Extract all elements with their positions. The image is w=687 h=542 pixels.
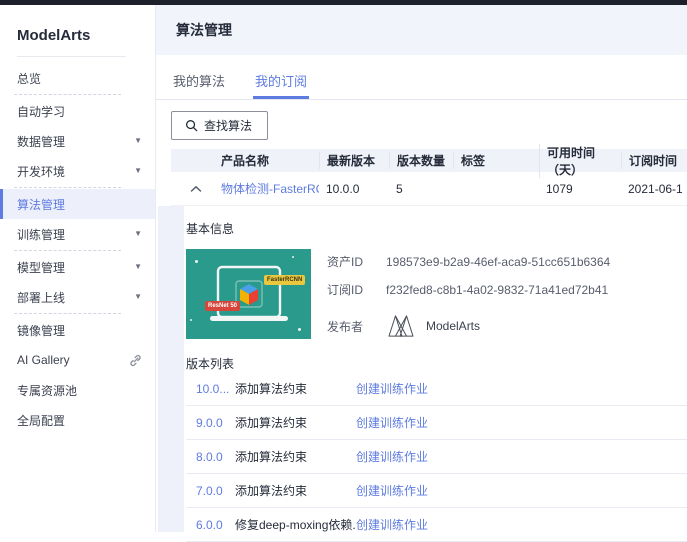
version-description: 添加算法约束 <box>235 484 308 498</box>
version-list: 10.0... 添加算法约束 创建训练作业 9.0.0 添加算法约束 创建训练作… <box>186 372 687 542</box>
expanded-detail-panel: 基本信息 FasterRCNN ResNet 50 资产ID 198573e9-… <box>158 206 687 542</box>
create-training-job-link[interactable]: 创建训练作业 <box>356 380 428 397</box>
expanded-row-stripe <box>158 206 184 532</box>
sidebar-item-dedicated-resource-pool[interactable]: 专属资源池 <box>0 375 155 405</box>
search-algorithm-button[interactable]: 查找算法 <box>171 111 269 140</box>
sidebar-item-overview[interactable]: 总览 <box>0 63 155 93</box>
version-row: 7.0.0 添加算法约束 创建训练作业 <box>186 474 687 508</box>
column-header-tag: 标签 <box>453 152 539 169</box>
sidebar-separator <box>14 313 121 314</box>
sidebar-item-training-management[interactable]: 训练管理 ▼ <box>0 219 155 249</box>
app-layout: ModelArts 总览 自动学习 数据管理 ▼ 开发环境 ▼ 算法管理 训练管… <box>0 5 687 542</box>
search-icon <box>185 119 198 132</box>
version-number-link[interactable]: 8.0.0 <box>196 450 235 464</box>
create-training-job-link[interactable]: 创建训练作业 <box>356 448 428 465</box>
tab-bar: 我的算法 我的订阅 <box>156 62 687 100</box>
version-row: 10.0... 添加算法约束 创建训练作业 <box>186 372 687 406</box>
version-row: 6.0.0 修复deep-moxing依赖... 创建训练作业 <box>186 508 687 542</box>
version-description: 添加算法约束 <box>235 450 308 464</box>
sidebar-item-auto-learning[interactable]: 自动学习 <box>0 96 155 126</box>
chevron-down-icon: ▼ <box>134 229 142 238</box>
sidebar-item-image-management[interactable]: 镜像管理 <box>0 315 155 345</box>
sidebar-item-deployment[interactable]: 部署上线 ▼ <box>0 282 155 312</box>
thumbnail-tag-fasterrcnn: FasterRCNN <box>264 275 306 285</box>
column-header-version-count: 版本数量 <box>389 152 453 169</box>
sidebar-item-algorithm-management[interactable]: 算法管理 <box>0 189 155 219</box>
column-header-subscribe-time: 订阅时间 <box>621 152 687 169</box>
sidebar-separator <box>14 187 121 188</box>
asset-id-value: 198573e9-b2a9-46ef-aca9-51cc651b6364 <box>386 254 611 269</box>
brand-divider <box>17 56 126 57</box>
modelarts-logo-icon <box>386 314 416 338</box>
version-number-link[interactable]: 10.0... <box>196 382 235 396</box>
chevron-down-icon: ▼ <box>134 136 142 145</box>
chevron-down-icon: ▼ <box>134 262 142 271</box>
sidebar: ModelArts 总览 自动学习 数据管理 ▼ 开发环境 ▼ 算法管理 训练管… <box>0 5 156 532</box>
column-header-product-name: 产品名称 <box>221 154 270 168</box>
tab-my-subscriptions[interactable]: 我的订阅 <box>253 62 310 99</box>
sidebar-item-dev-environment[interactable]: 开发环境 ▼ <box>0 156 155 186</box>
page-header: 算法管理 <box>156 5 687 55</box>
create-training-job-link[interactable]: 创建训练作业 <box>356 414 428 431</box>
table-header-row: 产品名称 最新版本 版本数量 标签 可用时间（天） 订阅时间 <box>171 143 687 178</box>
sidebar-item-global-config[interactable]: 全局配置 <box>0 405 155 435</box>
thumbnail-tag-resnet50: ResNet 50 <box>205 301 241 311</box>
sidebar-separator <box>14 94 121 95</box>
subscribe-time-cell: 2021-06-1 <box>628 181 683 196</box>
main-content: 算法管理 我的算法 我的订阅 查找算法 产品名称 最新版本 版本数量 标签 可用… <box>156 5 687 542</box>
sidebar-item-ai-gallery[interactable]: AI Gallery <box>0 345 155 375</box>
subscription-id-value: f232fed8-c8b1-4a02-9832-71a41ed72b41 <box>386 282 609 297</box>
version-number-link[interactable]: 7.0.0 <box>196 484 235 498</box>
tab-my-algorithms[interactable]: 我的算法 <box>171 62 227 99</box>
sidebar-separator <box>14 250 121 251</box>
chevron-down-icon: ▼ <box>134 166 142 175</box>
column-header-available-days: 可用时间（天） <box>539 143 621 178</box>
create-training-job-link[interactable]: 创建训练作业 <box>356 482 428 499</box>
subscription-id-label: 订阅ID <box>327 283 364 297</box>
version-description: 添加算法约束 <box>235 416 308 430</box>
external-link-icon <box>129 354 142 367</box>
version-row: 9.0.0 添加算法约束 创建训练作业 <box>186 406 687 440</box>
brand-title: ModelArts <box>17 27 91 44</box>
publisher-label: 发布者 <box>327 319 364 334</box>
sidebar-item-model-management[interactable]: 模型管理 ▼ <box>0 252 155 282</box>
laptop-cube-illustration <box>210 265 288 321</box>
toolbar: 查找算法 <box>156 100 687 149</box>
version-number-link[interactable]: 9.0.0 <box>196 416 235 430</box>
version-list-label: 版本列表 <box>186 357 235 371</box>
version-number-link[interactable]: 6.0.0 <box>196 518 235 532</box>
create-training-job-link[interactable]: 创建训练作业 <box>356 516 428 533</box>
subscriptions-table: 产品名称 最新版本 版本数量 标签 可用时间（天） 订阅时间 物体检测-Fast… <box>171 143 687 206</box>
available-days-cell: 1079 <box>546 181 573 196</box>
version-row: 8.0.0 添加算法约束 创建训练作业 <box>186 440 687 474</box>
chevron-down-icon: ▼ <box>134 292 142 301</box>
asset-id-label: 资产ID <box>327 255 364 269</box>
basic-info-label: 基本信息 <box>186 222 235 236</box>
product-name-link[interactable]: 物体检测-FasterRCN... <box>221 180 319 197</box>
latest-version-cell: 10.0.0 <box>326 181 360 196</box>
publisher-name: ModelArts <box>426 319 481 333</box>
sidebar-item-data-management[interactable]: 数据管理 ▼ <box>0 126 155 156</box>
version-description: 添加算法约束 <box>235 382 308 396</box>
collapse-row-chevron-up-icon[interactable] <box>190 185 202 193</box>
algorithm-thumbnail: FasterRCNN ResNet 50 <box>186 249 311 339</box>
column-header-latest-version: 最新版本 <box>319 152 389 169</box>
version-description: 修复deep-moxing依赖... <box>235 518 356 532</box>
page-title: 算法管理 <box>176 22 232 38</box>
version-count-cell: 5 <box>396 181 403 196</box>
